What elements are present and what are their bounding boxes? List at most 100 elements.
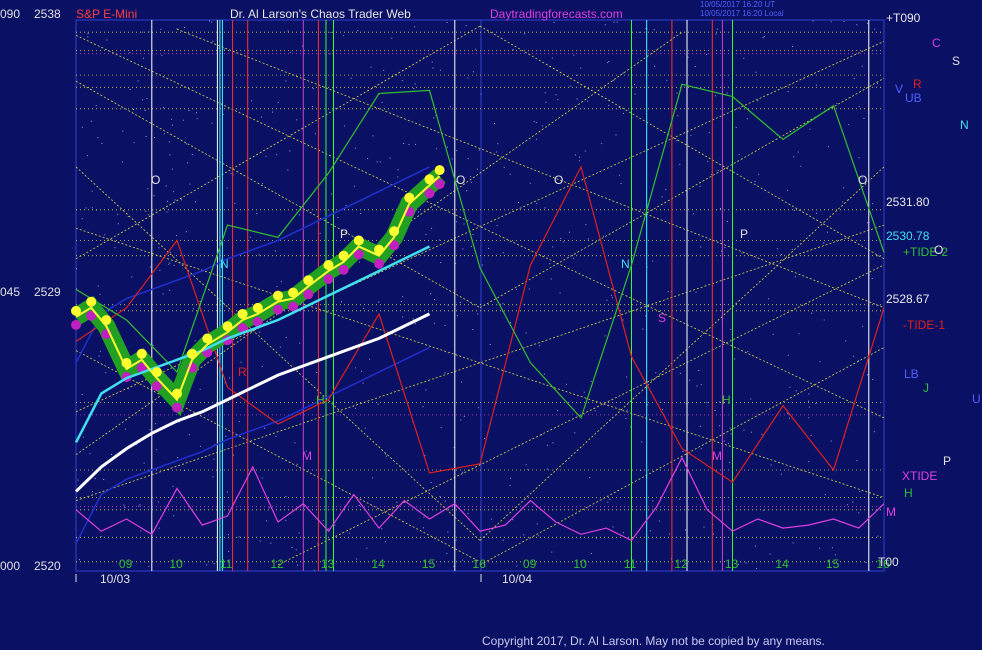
left-axis-price: 2529 bbox=[34, 285, 61, 299]
speckle bbox=[462, 559, 464, 561]
left-axis-top-pct: 090 bbox=[0, 7, 20, 21]
hour-tick-label: 14 bbox=[371, 557, 385, 571]
speckle bbox=[612, 79, 614, 81]
speckle bbox=[815, 84, 817, 86]
speckle bbox=[89, 453, 91, 455]
speckle bbox=[645, 28, 647, 30]
speckle bbox=[432, 67, 434, 69]
speckle bbox=[665, 189, 667, 191]
speckle bbox=[194, 201, 196, 203]
speckle bbox=[137, 80, 139, 82]
speckle bbox=[355, 407, 356, 409]
speckle bbox=[641, 441, 643, 443]
chart-planet-letter: P bbox=[740, 227, 748, 241]
speckle bbox=[699, 425, 701, 427]
speckle bbox=[658, 520, 660, 522]
speckle bbox=[696, 385, 698, 387]
speckle bbox=[110, 453, 112, 455]
price-high-marker bbox=[434, 165, 445, 176]
speckle bbox=[472, 234, 474, 235]
hour-tick-label: 12 bbox=[674, 557, 688, 571]
left-axis-top-price: 2538 bbox=[34, 7, 61, 21]
planet-letter: H bbox=[904, 486, 913, 500]
hour-tick-label: 15 bbox=[422, 557, 436, 571]
speckle bbox=[620, 183, 622, 184]
speckle bbox=[604, 24, 606, 26]
speckle bbox=[400, 301, 402, 302]
speckle bbox=[700, 384, 702, 386]
speckle bbox=[162, 293, 164, 295]
speckle bbox=[698, 370, 700, 371]
speckle bbox=[256, 212, 258, 214]
price-low-marker bbox=[273, 304, 283, 315]
speckle bbox=[679, 498, 681, 500]
speckle bbox=[358, 261, 360, 263]
speckle bbox=[139, 504, 141, 506]
planet-letter: S bbox=[952, 54, 960, 68]
speckle bbox=[815, 402, 817, 404]
speckle bbox=[433, 117, 435, 119]
speckle bbox=[385, 455, 387, 457]
speckle bbox=[616, 21, 618, 23]
hour-tick-label: 14 bbox=[775, 557, 789, 571]
speckle bbox=[184, 27, 186, 28]
speckle bbox=[858, 106, 860, 108]
speckle bbox=[456, 150, 458, 152]
speckle bbox=[465, 25, 467, 27]
speckle bbox=[408, 144, 410, 146]
speckle bbox=[277, 102, 279, 103]
speckle bbox=[444, 324, 446, 326]
speckle bbox=[440, 262, 442, 264]
hour-tick-label: 10 bbox=[169, 557, 183, 571]
speckle bbox=[182, 410, 184, 412]
speckle bbox=[679, 163, 681, 165]
hour-tick-label: 09 bbox=[523, 557, 537, 571]
speckle bbox=[757, 100, 759, 102]
speckle bbox=[171, 118, 172, 120]
site-link[interactable]: Daytradingforecasts.com bbox=[490, 7, 623, 21]
copyright-notice: Copyright 2017, Dr. Al Larson. May not b… bbox=[482, 634, 825, 648]
speckle bbox=[163, 107, 164, 109]
speckle bbox=[463, 223, 465, 225]
speckle bbox=[379, 161, 381, 163]
speckle bbox=[291, 547, 293, 548]
speckle bbox=[104, 234, 106, 236]
speckle bbox=[626, 409, 628, 411]
speckle bbox=[423, 57, 425, 58]
speckle bbox=[230, 173, 232, 175]
speckle bbox=[133, 142, 135, 144]
speckle bbox=[470, 175, 472, 177]
speckle bbox=[453, 565, 455, 567]
speckle bbox=[169, 154, 171, 156]
speckle bbox=[726, 92, 728, 94]
speckle bbox=[276, 154, 278, 156]
speckle bbox=[706, 53, 708, 55]
speckle bbox=[533, 120, 535, 122]
speckle bbox=[145, 136, 147, 137]
speckle bbox=[444, 372, 446, 374]
speckle bbox=[823, 242, 825, 244]
speckle bbox=[647, 404, 649, 406]
speckle bbox=[762, 37, 764, 39]
speckle bbox=[622, 72, 624, 74]
speckle bbox=[831, 547, 833, 549]
speckle bbox=[618, 107, 620, 108]
speckle bbox=[171, 168, 173, 170]
speckle bbox=[808, 417, 810, 419]
price-high-marker bbox=[202, 333, 213, 344]
speckle bbox=[258, 254, 260, 256]
speckle bbox=[536, 202, 538, 204]
speckle bbox=[555, 94, 557, 96]
speckle bbox=[622, 112, 624, 114]
right-price-label: 2528.67 bbox=[886, 292, 930, 306]
speckle bbox=[685, 529, 687, 531]
speckle bbox=[159, 269, 161, 271]
speckle bbox=[655, 372, 657, 374]
speckle bbox=[615, 134, 617, 136]
date-label: 10/03 bbox=[100, 572, 130, 586]
speckle bbox=[536, 523, 538, 525]
speckle bbox=[144, 109, 146, 111]
speckle bbox=[618, 174, 620, 176]
speckle bbox=[525, 332, 527, 334]
speckle bbox=[213, 458, 215, 460]
